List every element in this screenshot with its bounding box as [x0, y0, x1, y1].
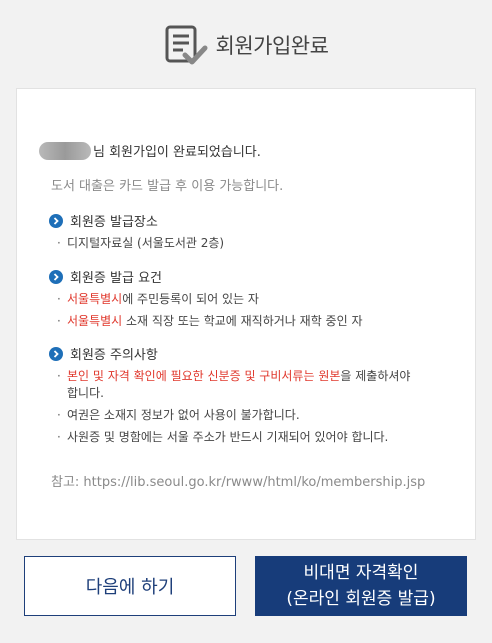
list-item: 서울특별시 소재 직장 또는 학교에 재직하거나 재학 중인 자 — [55, 313, 425, 330]
page-header: 회원가입완료 — [0, 0, 492, 88]
chevron-right-icon — [49, 269, 63, 284]
list-item: 본인 및 자격 확인에 필요한 신분증 및 구비서류는 원본을 제출하셔야 합니… — [55, 368, 425, 402]
online-verify-sublabel: (온라인 회원증 발급) — [286, 589, 436, 609]
completion-message: 님 회원가입이 완료되었습니다. — [39, 141, 261, 160]
page-title: 회원가입완료 — [215, 34, 329, 58]
section-cautions: 회원증 주의사항 본인 및 자격 확인에 필요한 신분증 및 구비서류는 원본을… — [49, 344, 425, 446]
list-item: 사원증 및 명함에는 서울 주소가 반드시 기재되어 있어야 합니다. — [55, 429, 425, 446]
document-check-icon — [165, 25, 208, 65]
list-item: 디지털자료실 (서울도서관 2층) — [55, 235, 425, 252]
chevron-right-icon — [49, 346, 63, 361]
later-button[interactable]: 다음에 하기 — [24, 556, 236, 616]
online-verify-label: 비대면 자격확인 — [303, 563, 419, 583]
reference-link-text: 참고: https://lib.seoul.go.kr/rwww/html/ko… — [51, 475, 426, 490]
masked-user-name — [39, 141, 91, 160]
signup-complete-card: 님 회원가입이 완료되었습니다. 도서 대출은 카드 발급 후 이용 가능합니다… — [16, 88, 476, 540]
list-item: 여권은 소재지 정보가 없어 사용이 불가합니다. — [55, 407, 425, 424]
chevron-right-icon — [49, 213, 63, 228]
online-verify-button[interactable]: 비대면 자격확인 (온라인 회원증 발급) — [255, 556, 467, 616]
completion-message-text: 님 회원가입이 완료되었습니다. — [93, 145, 261, 160]
section-title: 회원증 발급 요건 — [70, 271, 162, 286]
section-issue-location: 회원증 발급장소 디지털자료실 (서울도서관 2층) — [49, 211, 425, 252]
section-title: 회원증 주의사항 — [70, 348, 158, 363]
list-item: 서울특별시에 주민등록이 되어 있는 자 — [55, 291, 425, 308]
loan-notice: 도서 대출은 카드 발급 후 이용 가능합니다. — [51, 179, 284, 194]
section-issue-requirements: 회원증 발급 요건 서울특별시에 주민등록이 되어 있는 자 서울특별시 소재 … — [49, 267, 425, 330]
section-title: 회원증 발급장소 — [70, 215, 158, 230]
